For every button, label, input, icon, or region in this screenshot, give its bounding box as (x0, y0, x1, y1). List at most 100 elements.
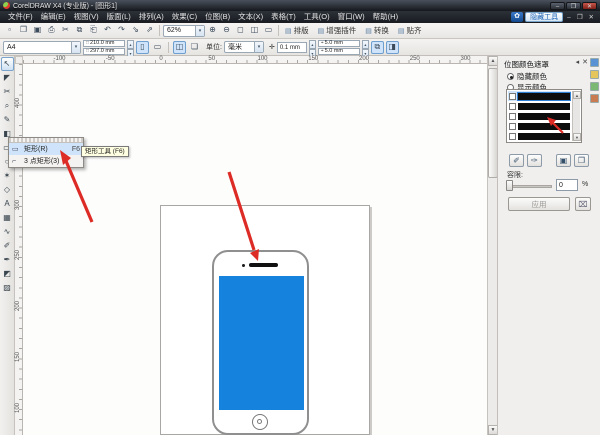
mask-color-list[interactable]: ▲ ▼ (506, 89, 582, 143)
phone-camera-dot[interactable] (242, 264, 245, 267)
zoom-in-icon[interactable]: ⊕ (206, 24, 219, 37)
cut-icon[interactable]: ✂ (59, 24, 72, 37)
portrait-button[interactable]: ▯ (136, 41, 149, 54)
menu-item[interactable]: 帮助(H) (369, 11, 402, 23)
menu-item[interactable]: 排列(A) (135, 11, 168, 23)
mask-color-swatch[interactable] (518, 113, 570, 120)
paper-size-combo[interactable]: A4 ▾ (3, 41, 81, 54)
save-icon[interactable]: ▣ (31, 24, 44, 37)
color-picker-button[interactable]: ✐ (509, 154, 524, 167)
flyout-menu-item[interactable]: ⌐ 3 点矩形(3) (9, 155, 83, 167)
import-icon[interactable]: ⇘ (129, 24, 142, 37)
export-icon[interactable]: ⇗ (143, 24, 156, 37)
vertical-scrollbar[interactable]: ▲ ▼ (487, 56, 497, 435)
copy-icon[interactable]: ⧉ (73, 24, 86, 37)
nudge-offset-field[interactable]: 0.1 mm (277, 42, 307, 53)
units-combo[interactable]: 毫米 ▾ (224, 41, 264, 53)
maximize-button[interactable]: ❐ (566, 2, 581, 10)
dropdown-arrow-icon[interactable]: ▾ (254, 42, 263, 52)
redo-icon[interactable]: ↷ (115, 24, 128, 37)
close-button[interactable]: ✕ (582, 2, 597, 10)
dropdown-arrow-icon[interactable]: ▾ (195, 26, 204, 36)
tolerance-slider[interactable] (508, 185, 552, 188)
zoom-page-icon[interactable]: ◫ (248, 24, 261, 37)
menu-item[interactable]: 表格(T) (267, 11, 300, 23)
text-tool[interactable]: A (1, 197, 14, 211)
apply-button[interactable]: 应用 (508, 197, 570, 211)
open-icon[interactable]: ❐ (17, 24, 30, 37)
docker-tab-icon[interactable] (590, 58, 599, 67)
open-mask-button[interactable]: ❐ (574, 154, 589, 167)
interactive-blend-tool[interactable]: ∿ (1, 225, 14, 239)
scroll-up-icon[interactable]: ▲ (573, 91, 581, 99)
mask-list-scrollbar[interactable]: ▲ ▼ (572, 91, 580, 141)
drawing-canvas[interactable] (23, 64, 487, 435)
dropdown-arrow-icon[interactable]: ▾ (71, 42, 80, 53)
hide-colors-radio[interactable]: 隐藏颜色 (507, 71, 547, 82)
tolerance-slider-handle[interactable] (506, 180, 513, 191)
menu-item[interactable]: 编辑(E) (37, 11, 70, 23)
duplicate-x-field[interactable]: ⌖5.0 mm (318, 40, 360, 47)
phone-screen[interactable] (219, 276, 304, 410)
flyout-menu-item[interactable]: ▭ 矩形(R) F6 (9, 143, 83, 155)
paper-size-spinner[interactable]: ▴▾ (127, 40, 134, 55)
mask-color-row[interactable] (508, 111, 571, 121)
fill-tool[interactable]: ◩ (1, 267, 14, 281)
landscape-button[interactable]: ▭ (151, 41, 164, 54)
minimize-button[interactable]: – (550, 2, 565, 10)
zoom-selection-icon[interactable]: ◻ (234, 24, 247, 37)
pick-tool[interactable]: ↖ (1, 57, 14, 71)
mask-color-row[interactable] (508, 91, 571, 101)
duplicate-spinner[interactable]: ▴▾ (362, 40, 369, 55)
mask-checkbox[interactable] (509, 113, 516, 120)
menu-item[interactable]: 窗口(W) (334, 11, 369, 23)
print-icon[interactable]: ⎙ (45, 24, 58, 37)
menu-item[interactable]: 文件(F) (4, 11, 37, 23)
menu-item[interactable]: 效果(C) (168, 11, 201, 23)
menu-item[interactable]: 视图(V) (70, 11, 103, 23)
eyedropper-tool[interactable]: ✐ (1, 239, 14, 253)
tolerance-field[interactable]: 0 (556, 179, 578, 191)
mask-color-row[interactable] (508, 121, 571, 131)
docker-flyout-icon[interactable]: ◂ (576, 58, 580, 66)
duplicate-y-field[interactable]: ⌖5.0 mm (318, 48, 360, 55)
docker-tab-icon[interactable] (590, 82, 599, 91)
mask-color-swatch[interactable] (518, 103, 570, 110)
phone-drawing[interactable] (212, 250, 309, 435)
plugin-toggle-button[interactable]: 隐藏工具 (525, 12, 563, 22)
treat-as-filled-button[interactable]: ◨ (386, 41, 399, 54)
mask-color-swatch[interactable] (518, 133, 570, 140)
phone-speaker-bar[interactable] (249, 263, 278, 267)
freehand-tool[interactable]: ✎ (1, 113, 14, 127)
shape-tool[interactable]: ◤ (1, 71, 14, 85)
menu-item[interactable]: 位图(B) (201, 11, 234, 23)
basic-shapes-tool[interactable]: ◇ (1, 183, 14, 197)
current-page-button[interactable]: ❏ (188, 41, 201, 54)
docker-tab-icon[interactable] (590, 70, 599, 79)
paste-icon[interactable]: ⎗ (87, 24, 100, 37)
scroll-down-icon[interactable]: ▼ (573, 133, 581, 141)
document-close-button[interactable]: ✕ (587, 13, 596, 21)
snap-button[interactable]: ▤ 贴齐 (395, 24, 425, 37)
plugin-logo-icon[interactable]: ✿ (511, 12, 523, 22)
outline-tool[interactable]: ✒ (1, 253, 14, 267)
new-document-icon[interactable]: ▫ (3, 24, 16, 37)
ruler-origin-box[interactable] (15, 56, 23, 64)
mask-color-swatch[interactable] (518, 123, 570, 130)
zoom-level-combo[interactable]: 62% ▾ (163, 25, 205, 37)
docker-tab-icon[interactable] (590, 94, 599, 103)
vertical-ruler[interactable]: 400350300250200150100 (15, 64, 23, 435)
phone-home-button[interactable] (252, 414, 268, 430)
mask-checkbox[interactable] (509, 133, 516, 140)
zoom-tool[interactable]: ⌕ (1, 99, 14, 113)
mask-color-row[interactable] (508, 131, 571, 141)
horizontal-ruler[interactable]: -100-50050100150200250300 (23, 56, 487, 64)
menu-item[interactable]: 工具(O) (300, 11, 334, 23)
mask-checkbox[interactable] (509, 103, 516, 110)
delete-mask-button[interactable]: ⌧ (575, 197, 591, 211)
table-tool[interactable]: ▦ (1, 211, 14, 225)
save-mask-button[interactable]: ▣ (556, 154, 571, 167)
menu-item[interactable]: 版面(L) (103, 11, 135, 23)
document-restore-button[interactable]: ❐ (575, 13, 585, 21)
add-color-button[interactable]: ✑ (527, 154, 542, 167)
